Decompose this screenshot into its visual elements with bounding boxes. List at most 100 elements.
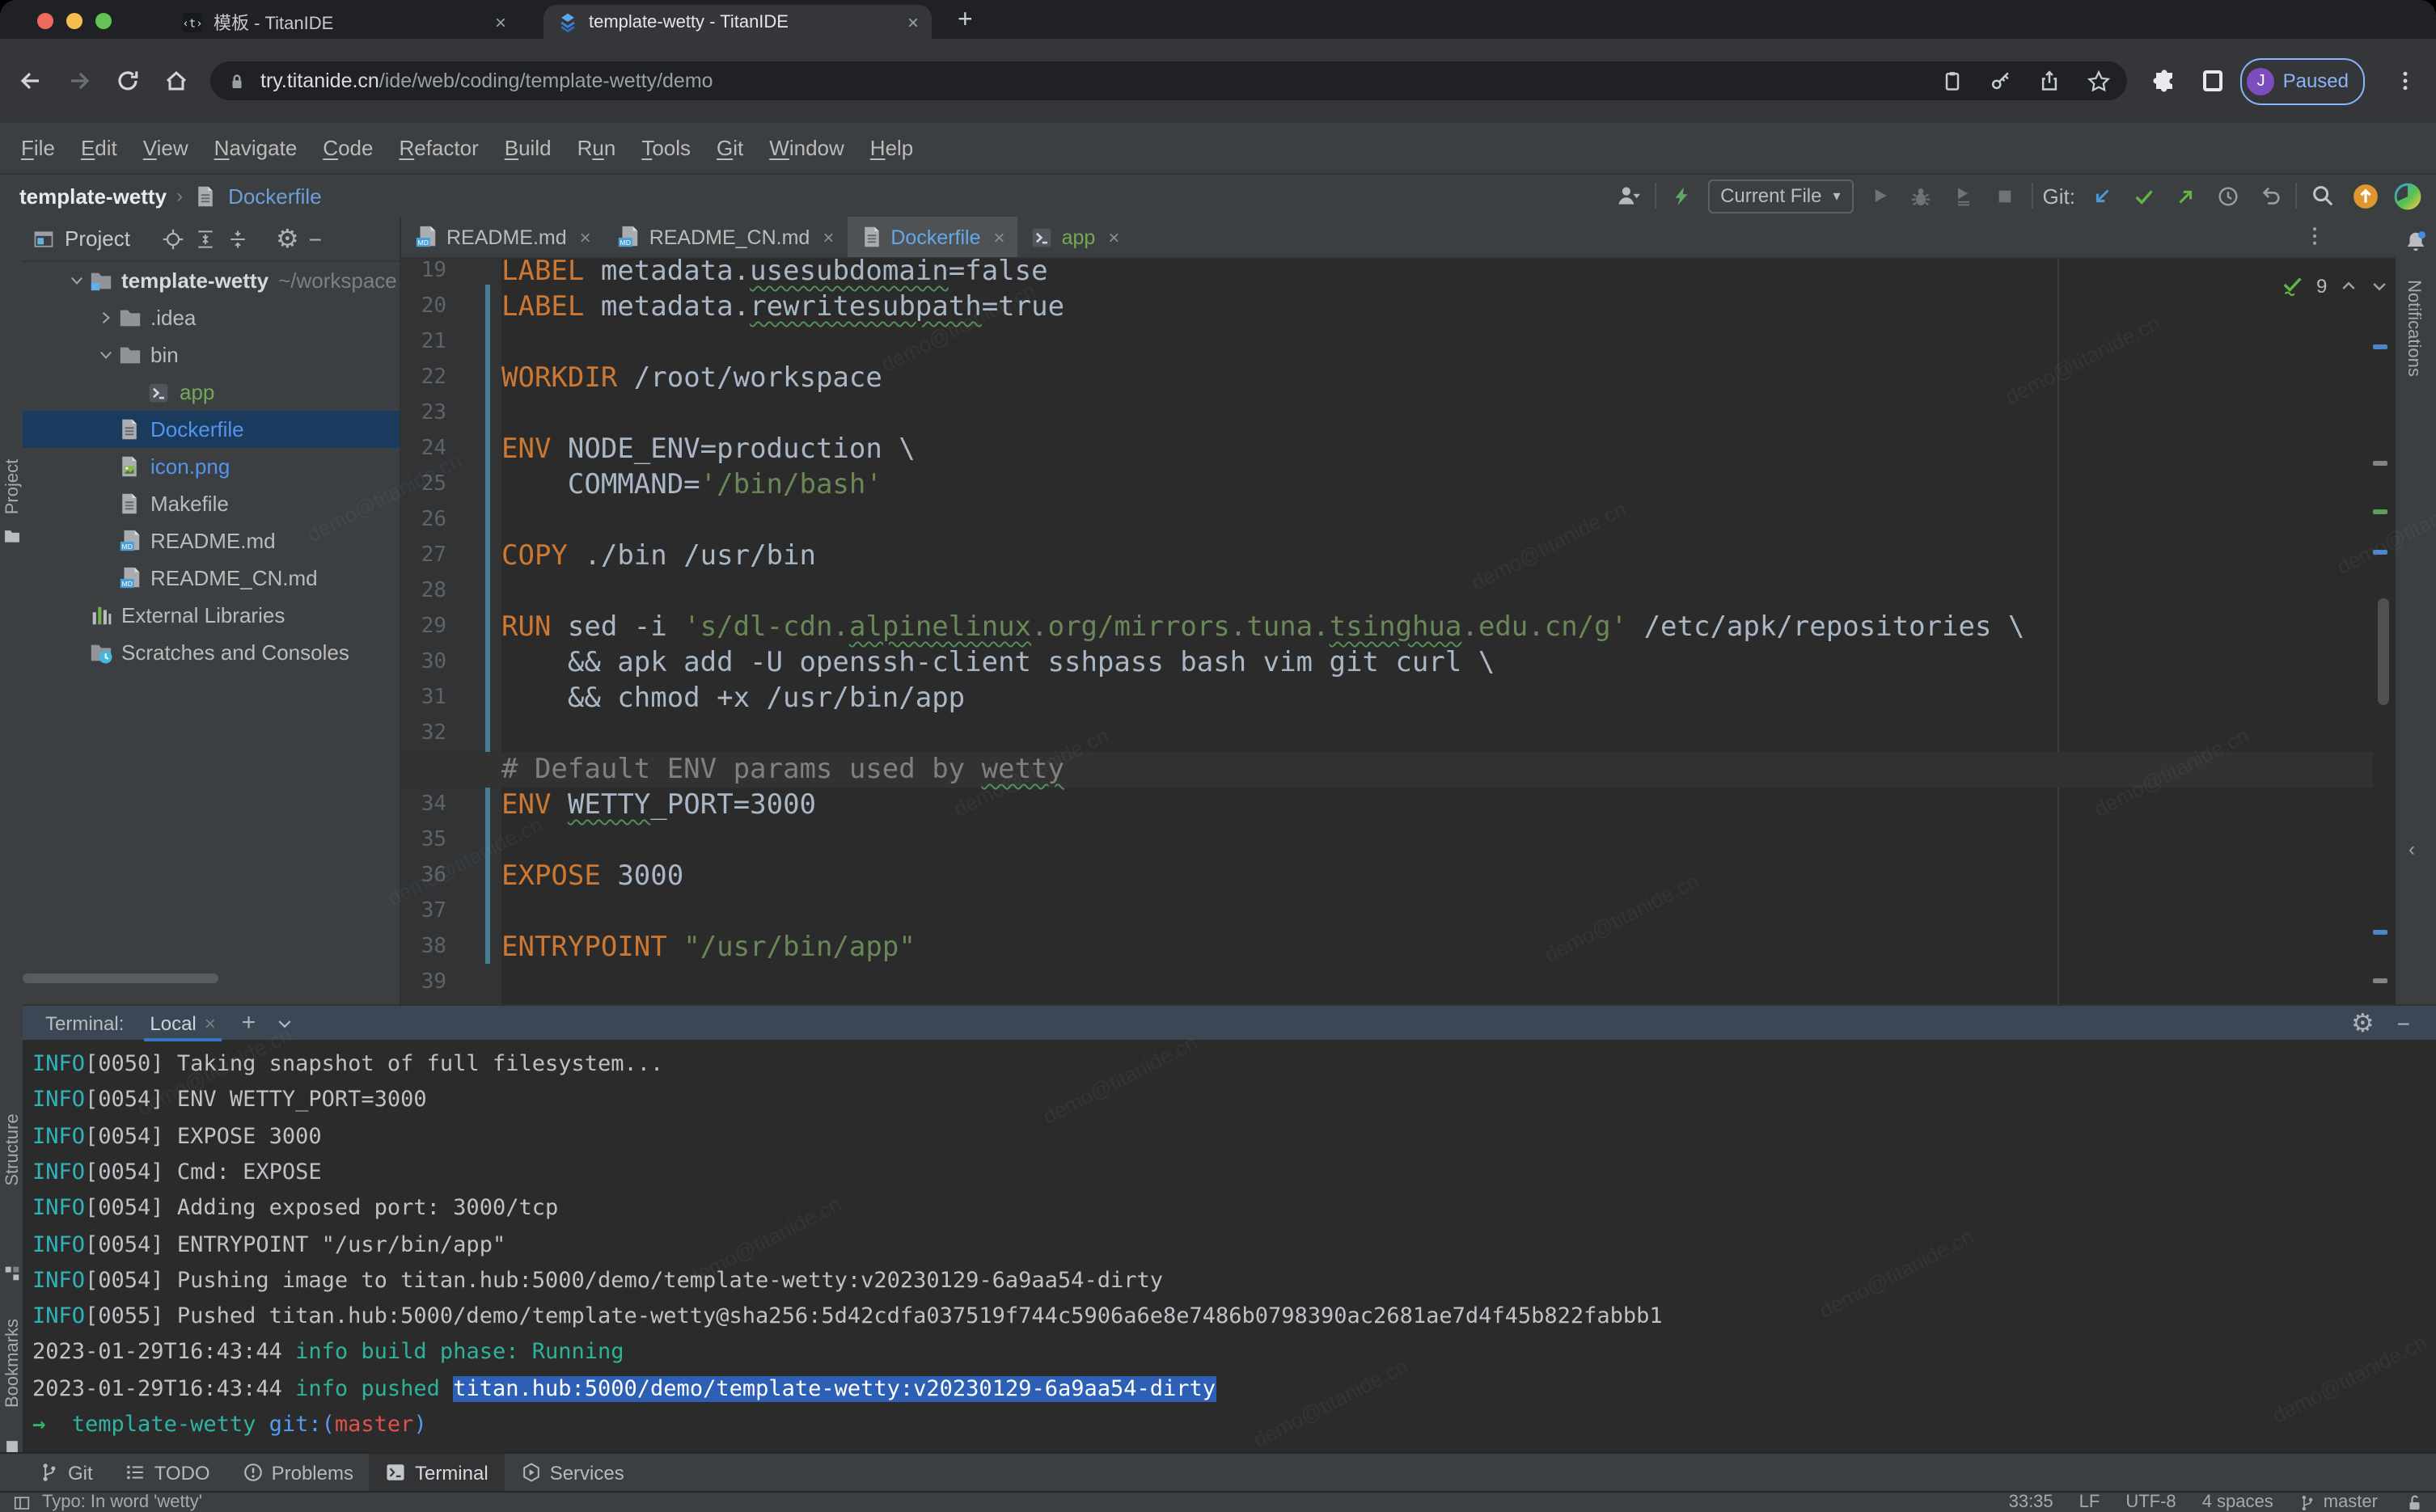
code-line[interactable]: ENV NODE_ENV=production \ [501, 432, 916, 467]
code-line[interactable]: ENTRYPOINT "/usr/bin/app" [501, 930, 916, 965]
tree-item--idea[interactable]: .idea [23, 299, 401, 336]
menu-refactor[interactable]: Refactor [386, 131, 491, 165]
side-panel-icon[interactable] [2196, 63, 2231, 99]
hide-panel-icon[interactable]: − [309, 226, 322, 251]
home-icon[interactable] [159, 63, 194, 99]
line-number[interactable]: 27 [401, 538, 446, 574]
upgrade-upload-icon[interactable] [2349, 179, 2381, 212]
code-editor[interactable]: 1920212223242526272829303132333435363738… [401, 259, 2396, 1004]
hide-terminal-icon[interactable]: − [2397, 1010, 2410, 1036]
toolwindow-git-button[interactable]: Git [23, 1454, 109, 1491]
new-terminal-session-icon[interactable]: + [242, 1009, 256, 1037]
window-close-button[interactable] [37, 13, 53, 29]
new-tab-button[interactable]: + [958, 5, 973, 37]
lock-open-icon[interactable] [2404, 1493, 2423, 1512]
ide-logo-icon[interactable] [2391, 179, 2423, 212]
terminal-dropdown-icon[interactable] [275, 1013, 294, 1033]
terminal-tab-local[interactable]: Local× [140, 1005, 225, 1041]
editor-scrollbar[interactable] [2378, 598, 2389, 705]
close-icon[interactable]: × [205, 1012, 216, 1034]
indent-style[interactable]: 4 spaces [2202, 1493, 2273, 1512]
code-line[interactable]: LABEL metadata.rewritesubpath=true [501, 289, 1064, 325]
tree-item-icon-png[interactable]: icon.png [23, 448, 401, 485]
close-tab-icon[interactable]: × [495, 11, 506, 33]
close-tab-icon[interactable]: × [823, 226, 834, 248]
tree-item-readme-cn-md[interactable]: MDREADME_CN.md [23, 560, 401, 597]
line-number[interactable]: 38 [401, 930, 446, 965]
breadcrumb-project[interactable]: template-wetty [19, 184, 167, 208]
tree-item-dockerfile[interactable]: Dockerfile [23, 411, 401, 448]
caret-position[interactable]: 33:35 [2009, 1493, 2053, 1512]
error-stripe-mark[interactable] [2373, 930, 2387, 935]
line-number[interactable]: 19 [401, 259, 446, 289]
terminal-tool-window[interactable]: Terminal: Local× + ⚙ − INFO[0050] Taking… [23, 1004, 2436, 1452]
terminal-settings-gear-icon[interactable]: ⚙ [2351, 1007, 2375, 1038]
menu-edit[interactable]: Edit [68, 131, 130, 165]
git-branch-widget[interactable]: master [2299, 1493, 2378, 1512]
close-tab-icon[interactable]: × [1108, 226, 1119, 248]
toolwindow-terminal-button[interactable]: Terminal [370, 1454, 505, 1491]
menu-navigate[interactable]: Navigate [201, 131, 311, 165]
structure-icon[interactable] [3, 1265, 21, 1282]
line-number[interactable]: 25 [401, 467, 446, 503]
tree-item-app[interactable]: app [23, 374, 401, 411]
reload-icon[interactable] [110, 63, 146, 99]
line-number[interactable]: 28 [401, 574, 446, 610]
project-window-icon[interactable] [32, 227, 55, 250]
menu-help[interactable]: Help [857, 131, 927, 165]
run-icon[interactable] [1863, 179, 1896, 212]
code-line[interactable]: EXPOSE 3000 [501, 859, 683, 894]
history-clock-icon[interactable] [2211, 179, 2244, 212]
menu-build[interactable]: Build [492, 131, 565, 165]
line-number[interactable]: 29 [401, 610, 446, 645]
error-stripe-mark[interactable] [2373, 550, 2387, 555]
stop-icon[interactable] [1990, 179, 2022, 212]
breadcrumb-file[interactable]: Dockerfile [228, 184, 322, 208]
line-number[interactable]: 31 [401, 681, 446, 716]
inspections-widget[interactable]: 9 [2281, 273, 2388, 298]
project-horizontal-scrollbar[interactable] [23, 974, 218, 983]
editor-tab-app[interactable]: app× [1018, 217, 1133, 257]
close-tab-icon[interactable]: × [994, 226, 1005, 248]
panel-settings-gear-icon[interactable]: ⚙ [276, 223, 299, 254]
line-number[interactable]: 21 [401, 325, 446, 361]
key-icon[interactable] [1990, 70, 2013, 92]
run-configuration-select[interactable]: Current File▾ [1707, 179, 1853, 213]
line-number[interactable]: 30 [401, 645, 446, 681]
code-line[interactable]: && chmod +x /usr/bin/app [501, 681, 965, 716]
tree-expand-icon[interactable] [94, 306, 116, 329]
status-message[interactable]: Typo: In word 'wetty' [42, 1493, 202, 1512]
next-problem-icon[interactable] [2369, 276, 2388, 295]
tree-item-bin[interactable]: bin [23, 336, 401, 374]
user-dropdown-icon[interactable] [1612, 179, 1644, 212]
git-commit-check-icon[interactable] [2127, 179, 2159, 212]
address-bar[interactable]: try.titanide.cn/ide/web/coding/template-… [210, 61, 2128, 100]
code-line[interactable]: COMMAND='/bin/bash' [501, 467, 882, 503]
profile-chip[interactable]: J Paused [2241, 57, 2365, 104]
line-number[interactable]: 34 [401, 788, 446, 823]
git-update-icon[interactable] [2085, 179, 2117, 212]
browser-menu-icon[interactable] [2387, 63, 2423, 99]
expand-all-icon[interactable] [195, 227, 218, 250]
line-number[interactable]: 36 [401, 859, 446, 894]
tree-item-makefile[interactable]: Makefile [23, 485, 401, 522]
line-number[interactable]: 35 [401, 823, 446, 859]
toolwindow-services-button[interactable]: Services [505, 1454, 641, 1491]
code-line[interactable]: # Default ENV params used by wetty [501, 752, 1064, 788]
tree-item-template-wetty[interactable]: template-wetty~/workspace [23, 262, 401, 299]
quick-actions-bolt-icon[interactable] [1665, 179, 1698, 212]
tree-item-external-libraries[interactable]: External Libraries [23, 597, 401, 634]
file-encoding[interactable]: UTF-8 [2125, 1493, 2176, 1512]
line-number[interactable]: 24 [401, 432, 446, 467]
editor-tab-readme-cn-md[interactable]: MDREADME_CN.md× [604, 217, 848, 257]
error-stripe-mark[interactable] [2373, 978, 2387, 983]
stripe-project-button[interactable]: Project [3, 459, 23, 515]
line-number[interactable]: 39 [401, 965, 446, 1001]
extensions-puzzle-icon[interactable] [2147, 63, 2183, 99]
code-line[interactable]: ENV WETTY_PORT=3000 [501, 788, 816, 823]
code-line[interactable]: LABEL metadata.usesubdomain=false [501, 259, 1048, 289]
editor-tab-readme-md[interactable]: MDREADME.md× [401, 217, 604, 257]
error-stripe-mark[interactable] [2373, 461, 2387, 466]
share-icon[interactable] [2039, 70, 2062, 92]
tree-item-scratches-and-consoles[interactable]: Scratches and Consoles [23, 634, 401, 671]
